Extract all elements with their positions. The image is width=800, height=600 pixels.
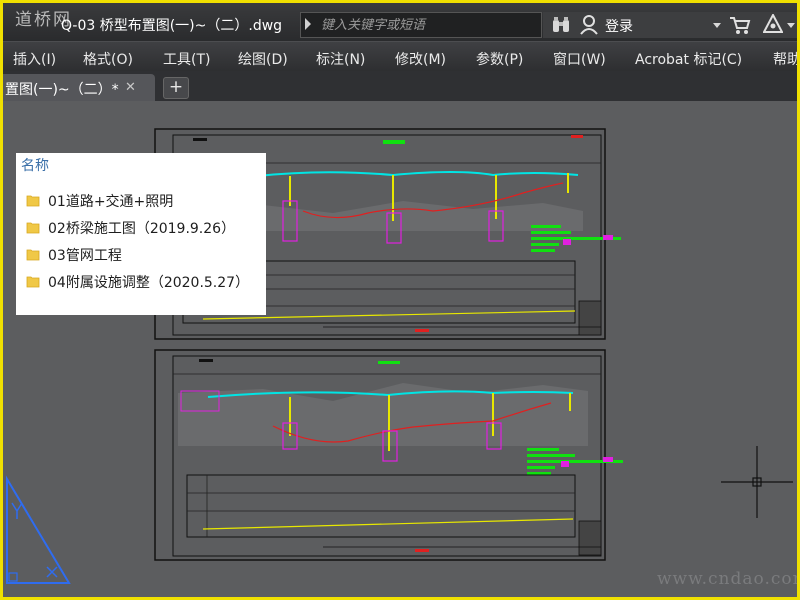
search-arrow-icon[interactable] — [305, 18, 311, 30]
menu-window[interactable]: 窗口(W) — [553, 49, 606, 69]
search-box[interactable] — [300, 12, 542, 38]
ucs-icon — [6, 475, 71, 584]
menu-tools[interactable]: 工具(T) — [163, 49, 210, 69]
help-dropdown-chevron-icon[interactable] — [787, 23, 795, 28]
binoculars-icon[interactable] — [551, 16, 571, 34]
menu-draw[interactable]: 绘图(D) — [238, 49, 288, 69]
folder-icon — [26, 222, 40, 234]
new-tab-button[interactable]: + — [163, 77, 189, 99]
file-tab-bar: 置图(一)~（二）* ✕ + — [3, 71, 797, 101]
watermark-url: www.cndao.com — [657, 569, 797, 589]
user-icon[interactable] — [580, 15, 598, 35]
folder-label: 02桥梁施工图（2019.9.26） — [48, 221, 236, 237]
column-header-name[interactable]: 名称 — [21, 155, 49, 175]
info-center: 登录 — [543, 12, 797, 38]
cart-icon[interactable] — [729, 15, 751, 35]
title-bar: 道桥网 Q-03 桥型布置图(一)~（二）.dwg 登录 — [3, 3, 797, 41]
drawing-sheet-2 — [154, 349, 623, 561]
folder-icon — [26, 195, 40, 207]
menu-format[interactable]: 格式(O) — [83, 49, 133, 69]
folder-label: 01道路+交通+照明 — [48, 194, 174, 210]
document-title: Q-03 桥型布置图(一)~（二）.dwg — [61, 18, 283, 34]
triangle-help-icon[interactable] — [763, 14, 783, 34]
menu-acrobat-markup[interactable]: Acrobat 标记(C) — [635, 49, 742, 69]
folder-item[interactable]: 01道路+交通+照明 — [26, 191, 262, 211]
folder-item[interactable]: 02桥梁施工图（2019.9.26） — [26, 218, 262, 238]
folder-label: 03管网工程 — [48, 248, 122, 264]
close-icon[interactable]: ✕ — [125, 80, 136, 95]
search-input[interactable] — [319, 15, 541, 35]
menu-help[interactable]: 帮助 — [773, 49, 797, 69]
file-tab-label: 置图(一)~（二）* — [5, 82, 119, 98]
file-tab[interactable]: 置图(一)~（二）* ✕ — [3, 74, 155, 101]
folder-label: 04附属设施调整（2020.5.27） — [48, 275, 250, 291]
folder-icon — [26, 276, 40, 288]
login-dropdown-chevron-icon[interactable] — [713, 23, 721, 28]
menu-dimension[interactable]: 标注(N) — [316, 49, 365, 69]
folder-icon — [26, 249, 40, 261]
crosshair-cursor-icon — [721, 446, 793, 518]
menu-parametric[interactable]: 参数(P) — [476, 49, 523, 69]
menu-bar: 插入(I) 格式(O) 工具(T) 绘图(D) 标注(N) 修改(M) 参数(P… — [3, 41, 797, 72]
menu-insert[interactable]: 插入(I) — [13, 49, 56, 69]
folder-item[interactable]: 03管网工程 — [26, 245, 262, 265]
menu-modify[interactable]: 修改(M) — [395, 49, 446, 69]
folder-item[interactable]: 04附属设施调整（2020.5.27） — [26, 272, 262, 292]
login-button[interactable]: 登录 — [605, 16, 633, 36]
file-explorer-panel: 名称 01道路+交通+照明 02桥梁施工图（2019.9.26） 03管网工程 … — [16, 153, 266, 315]
cad-window: 道桥网 Q-03 桥型布置图(一)~（二）.dwg 登录 — [3, 3, 797, 597]
